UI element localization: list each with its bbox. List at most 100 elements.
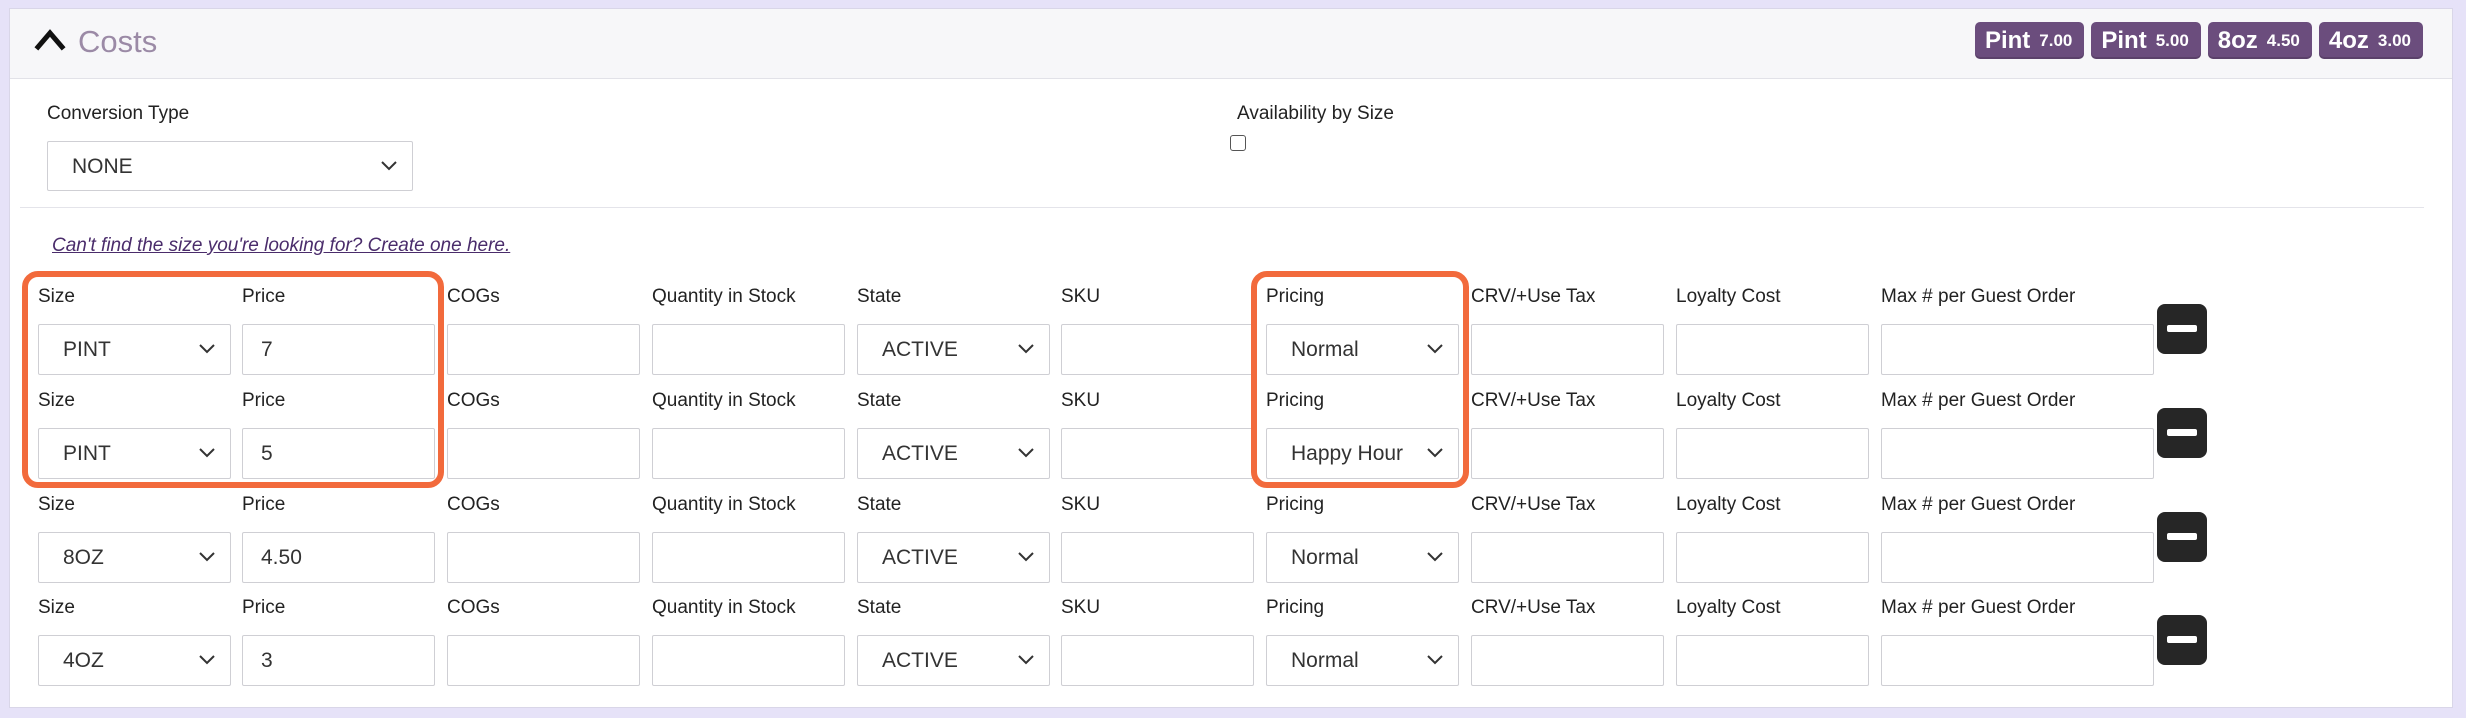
quantity-label: Quantity in Stock bbox=[652, 597, 796, 618]
size-label: Size bbox=[38, 286, 75, 307]
price-input[interactable]: 3 bbox=[242, 635, 435, 686]
loyalty-input[interactable] bbox=[1676, 532, 1869, 583]
size-select[interactable]: PINT bbox=[38, 428, 231, 479]
size-value: PINT bbox=[63, 442, 111, 465]
cogs-input[interactable] bbox=[447, 428, 640, 479]
quantity-input[interactable] bbox=[652, 635, 845, 686]
size-select[interactable]: 8OZ bbox=[38, 532, 231, 583]
state-value: ACTIVE bbox=[882, 649, 958, 672]
state-label: State bbox=[857, 390, 902, 411]
state-select[interactable]: ACTIVE bbox=[857, 324, 1050, 375]
sku-input[interactable] bbox=[1061, 428, 1254, 479]
quantity-input[interactable] bbox=[652, 324, 845, 375]
max-label: Max # per Guest Order bbox=[1881, 494, 2076, 515]
size-select[interactable]: 4OZ bbox=[38, 635, 231, 686]
state-select[interactable]: ACTIVE bbox=[857, 532, 1050, 583]
max-label: Max # per Guest Order bbox=[1881, 597, 2076, 618]
sku-label: SKU bbox=[1061, 597, 1101, 618]
loyalty-label: Loyalty Cost bbox=[1676, 286, 1781, 307]
cogs-input[interactable] bbox=[447, 635, 640, 686]
conversion-type-label: Conversion Type bbox=[47, 103, 190, 124]
badge-size: 8oz bbox=[2217, 26, 2258, 54]
remove-row-button[interactable] bbox=[2157, 512, 2207, 562]
size-label: Size bbox=[38, 390, 75, 411]
max-label: Max # per Guest Order bbox=[1881, 390, 2076, 411]
sku-input[interactable] bbox=[1061, 635, 1254, 686]
price-label: Price bbox=[242, 286, 286, 307]
remove-row-button[interactable] bbox=[2157, 304, 2207, 354]
size-value: PINT bbox=[63, 338, 111, 361]
chevron-down-icon bbox=[1017, 551, 1035, 563]
price-input[interactable]: 4.50 bbox=[242, 532, 435, 583]
state-select[interactable]: ACTIVE bbox=[857, 635, 1050, 686]
remove-row-button[interactable] bbox=[2157, 408, 2207, 458]
max-input[interactable] bbox=[1881, 532, 2154, 583]
cogs-input[interactable] bbox=[447, 532, 640, 583]
chevron-down-icon bbox=[1017, 447, 1035, 459]
chevron-down-icon bbox=[1426, 447, 1444, 459]
cogs-input[interactable] bbox=[447, 324, 640, 375]
crv-input[interactable] bbox=[1471, 532, 1664, 583]
loyalty-input[interactable] bbox=[1676, 324, 1869, 375]
pricing-select[interactable]: Happy Hour bbox=[1266, 428, 1459, 479]
availability-checkbox[interactable] bbox=[1230, 135, 1246, 151]
state-select[interactable]: ACTIVE bbox=[857, 428, 1050, 479]
size-value: 4OZ bbox=[63, 649, 104, 672]
loyalty-label: Loyalty Cost bbox=[1676, 597, 1781, 618]
state-label: State bbox=[857, 286, 902, 307]
max-input[interactable] bbox=[1881, 635, 2154, 686]
minus-icon bbox=[2167, 636, 2197, 643]
pricing-select[interactable]: Normal bbox=[1266, 635, 1459, 686]
panel-header: Costs Pint 7.00 Pint 5.00 8oz 4.50 4oz 3.00 bbox=[10, 9, 2452, 79]
price-input[interactable]: 7 bbox=[242, 324, 435, 375]
max-input[interactable] bbox=[1881, 428, 2154, 479]
price-value: 3 bbox=[261, 649, 273, 672]
crv-label: CRV/+Use Tax bbox=[1471, 286, 1596, 307]
cogs-label: COGs bbox=[447, 390, 500, 411]
crv-input[interactable] bbox=[1471, 324, 1664, 375]
sku-input[interactable] bbox=[1061, 532, 1254, 583]
chevron-down-icon bbox=[198, 343, 216, 355]
loyalty-input[interactable] bbox=[1676, 428, 1869, 479]
state-label: State bbox=[857, 494, 902, 515]
chevron-down-icon bbox=[1017, 654, 1035, 666]
cogs-label: COGs bbox=[447, 597, 500, 618]
pricing-value: Normal bbox=[1291, 338, 1359, 361]
section-title: Costs bbox=[78, 24, 158, 59]
minus-icon bbox=[2167, 533, 2197, 540]
pricing-label: Pricing bbox=[1266, 390, 1325, 411]
max-input[interactable] bbox=[1881, 324, 2154, 375]
conversion-type-select[interactable]: NONE bbox=[47, 141, 413, 191]
size-label: Size bbox=[38, 494, 75, 515]
loyalty-label: Loyalty Cost bbox=[1676, 390, 1781, 411]
availability-label: Availability by Size bbox=[1237, 103, 1395, 124]
chevron-down-icon bbox=[1426, 343, 1444, 355]
price-label: Price bbox=[242, 597, 286, 618]
chevron-down-icon bbox=[1426, 551, 1444, 563]
state-value: ACTIVE bbox=[882, 442, 958, 465]
pricing-select[interactable]: Normal bbox=[1266, 532, 1459, 583]
quantity-input[interactable] bbox=[652, 532, 845, 583]
sku-input[interactable] bbox=[1061, 324, 1254, 375]
quantity-input[interactable] bbox=[652, 428, 845, 479]
price-input[interactable]: 5 bbox=[242, 428, 435, 479]
crv-input[interactable] bbox=[1471, 428, 1664, 479]
pricing-value: Normal bbox=[1291, 649, 1359, 672]
chevron-up-icon[interactable] bbox=[34, 25, 66, 53]
price-label: Price bbox=[242, 390, 286, 411]
cogs-label: COGs bbox=[447, 286, 500, 307]
price-label: Price bbox=[242, 494, 286, 515]
chevron-down-icon bbox=[1017, 343, 1035, 355]
pricing-select[interactable]: Normal bbox=[1266, 324, 1459, 375]
size-badge: 4oz 3.00 bbox=[2318, 22, 2423, 59]
create-size-link[interactable]: Can't find the size you're looking for? … bbox=[52, 235, 510, 257]
minus-icon bbox=[2167, 325, 2197, 332]
size-select[interactable]: PINT bbox=[38, 324, 231, 375]
chevron-down-icon bbox=[198, 654, 216, 666]
remove-row-button[interactable] bbox=[2157, 615, 2207, 665]
crv-input[interactable] bbox=[1471, 635, 1664, 686]
badge-size: Pint bbox=[1984, 26, 2031, 54]
pricing-label: Pricing bbox=[1266, 286, 1325, 307]
loyalty-input[interactable] bbox=[1676, 635, 1869, 686]
crv-label: CRV/+Use Tax bbox=[1471, 494, 1596, 515]
